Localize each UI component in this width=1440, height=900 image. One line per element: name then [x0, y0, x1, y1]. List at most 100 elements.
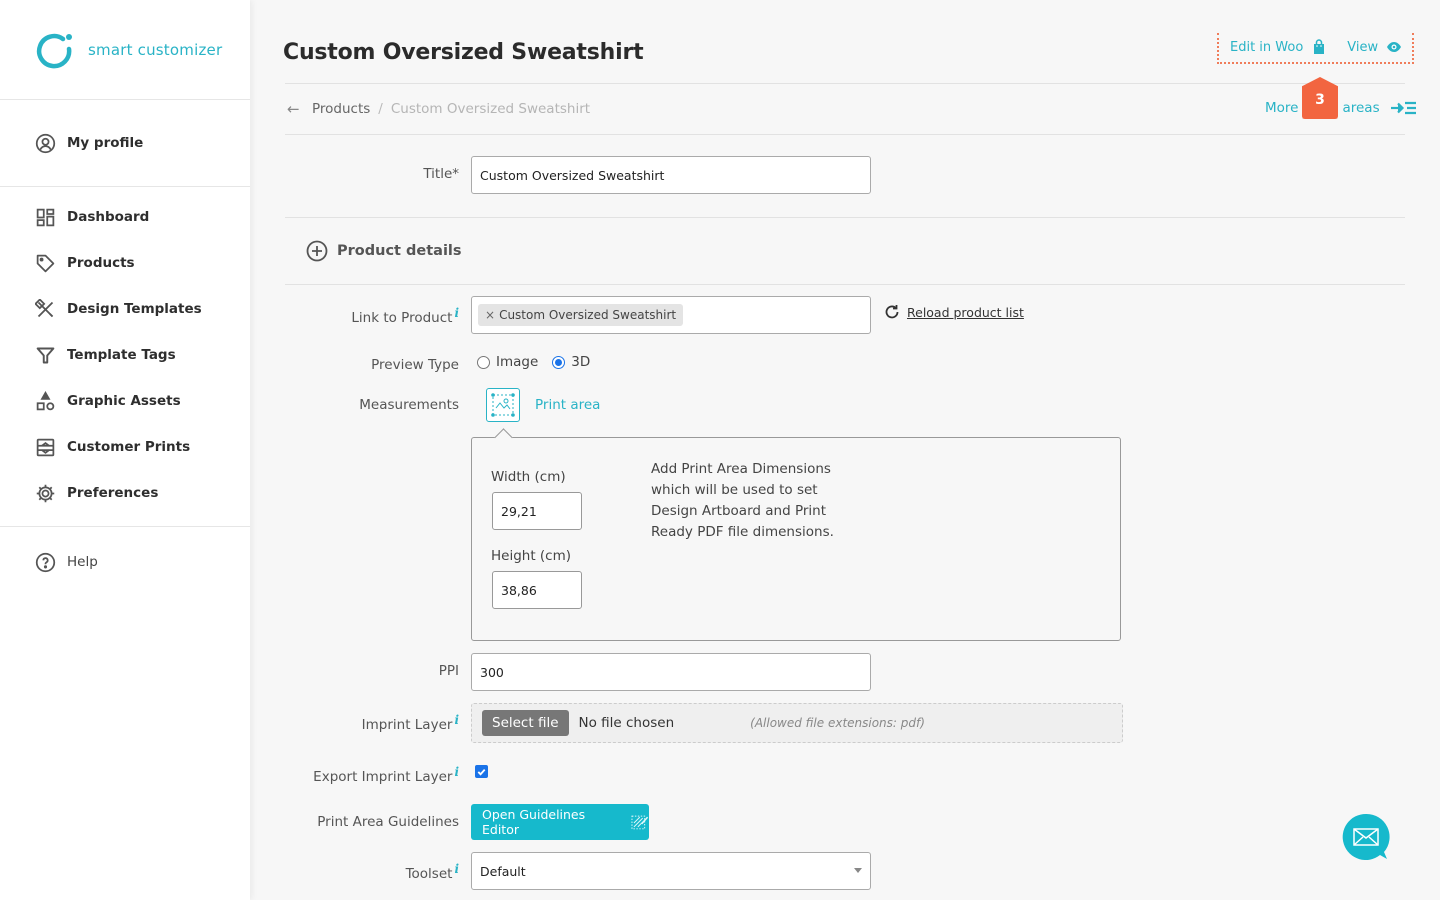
- info-icon[interactable]: i: [454, 862, 459, 876]
- divider: [285, 83, 1405, 84]
- breadcrumb-products-link[interactable]: Products: [312, 101, 370, 117]
- sidebar-item-products[interactable]: Products: [0, 240, 250, 286]
- more-print-areas-link[interactable]: More areas: [1265, 100, 1418, 116]
- preview-type-label: Preview Type: [371, 357, 459, 373]
- info-icon[interactable]: i: [454, 306, 459, 320]
- design-tools-icon: [34, 298, 56, 320]
- breadcrumb-separator: /: [378, 101, 383, 117]
- sidebar-item-template-tags[interactable]: Template Tags: [0, 332, 250, 378]
- dashboard-icon: [34, 206, 56, 228]
- info-icon[interactable]: i: [454, 713, 459, 727]
- label-text: Link to Product: [351, 310, 453, 326]
- back-arrow-icon[interactable]: ←: [287, 100, 303, 118]
- header-actions: Edit in Woo View: [1217, 33, 1414, 64]
- refresh-icon: [885, 305, 899, 319]
- divider: [285, 217, 1405, 218]
- brand-name: smart customizer: [88, 40, 223, 59]
- height-input[interactable]: 38,86: [492, 571, 582, 609]
- divider: [285, 284, 1405, 285]
- section-title-label: Product details: [337, 243, 462, 259]
- file-extensions-hint: (Allowed file extensions: pdf): [750, 716, 925, 730]
- product-details-toggle[interactable]: Product details: [306, 240, 462, 262]
- remove-tag-icon[interactable]: ×: [485, 308, 495, 322]
- divider: [285, 134, 1405, 135]
- gear-icon: [34, 482, 56, 504]
- sidebar-item-label: My profile: [67, 135, 144, 151]
- sidebar-item-customer-prints[interactable]: Customer Prints: [0, 424, 250, 470]
- sidebar-item-my-profile[interactable]: My profile: [0, 120, 143, 166]
- open-guidelines-editor-button[interactable]: Open Guidelines Editor: [471, 804, 649, 840]
- page-title: Custom Oversized Sweatshirt: [283, 40, 644, 65]
- guidelines-edit-icon: [631, 815, 649, 830]
- sidebar-item-help[interactable]: Help: [0, 539, 250, 585]
- sidebar-item-label: Preferences: [67, 485, 159, 501]
- radio-image[interactable]: Image: [477, 354, 538, 370]
- height-label: Height (cm): [491, 548, 572, 564]
- checkmark-icon: [477, 769, 486, 776]
- radio-button-selected[interactable]: [552, 355, 566, 369]
- sidebar-item-graphic-assets[interactable]: Graphic Assets: [0, 378, 250, 424]
- print-area-icon: [491, 393, 515, 417]
- width-input[interactable]: 29,21: [492, 492, 582, 530]
- help-circle-icon: [34, 551, 56, 573]
- reload-product-list-link[interactable]: Reload product list: [883, 303, 1024, 321]
- print-area-button[interactable]: [486, 388, 520, 422]
- sidebar-item-dashboard[interactable]: Dashboard: [0, 194, 250, 240]
- toolset-select[interactable]: Default: [471, 852, 871, 890]
- user-circle-icon: [34, 132, 56, 154]
- toolset-value: Default: [480, 863, 526, 879]
- sidebar-item-label: Help: [67, 554, 98, 570]
- radio-button[interactable]: [477, 355, 490, 369]
- imprint-layer-label: Imprint Layer i: [250, 713, 459, 733]
- print-area-description: Add Print Area Dimensions which will be …: [651, 461, 834, 540]
- tag-icon: [34, 252, 56, 274]
- label-text: Export Imprint Layer: [313, 769, 453, 785]
- expand-panel-icon: [1390, 101, 1416, 115]
- logo[interactable]: smart customizer: [0, 0, 250, 100]
- edit-in-woo-link[interactable]: Edit in Woo: [1230, 39, 1327, 55]
- tag-label: Custom Oversized Sweatshirt: [499, 308, 677, 322]
- eye-icon: [1387, 42, 1402, 52]
- shapes-icon: [34, 390, 56, 412]
- sidebar-item-design-templates[interactable]: Design Templates: [0, 286, 250, 332]
- brand-logo-icon: [36, 33, 72, 68]
- filter-icon: [34, 344, 56, 366]
- more-areas-label-right: areas: [1342, 100, 1380, 116]
- label-text: Toolset: [405, 866, 453, 882]
- title-label: Title*: [423, 166, 459, 182]
- radio-3d[interactable]: 3D: [552, 354, 590, 370]
- view-label: View: [1347, 39, 1379, 55]
- view-link[interactable]: View: [1347, 39, 1402, 55]
- info-icon[interactable]: i: [454, 765, 459, 779]
- ppi-row: PPI 300: [250, 653, 1150, 691]
- ppi-input[interactable]: 300: [471, 653, 871, 691]
- selected-product-tag: × Custom Oversized Sweatshirt: [478, 304, 684, 326]
- sidebar-item-label: Graphic Assets: [67, 393, 181, 409]
- button-label: Open Guidelines Editor: [482, 807, 586, 837]
- title-row: Title* Custom Oversized Sweatshirt: [250, 156, 1150, 194]
- toolset-label: Toolset i: [250, 862, 459, 882]
- sidebar-item-preferences[interactable]: Preferences: [0, 470, 250, 516]
- reload-label: Reload product list: [907, 304, 1024, 320]
- sidebar-item-label: Design Templates: [67, 301, 202, 317]
- link-to-product-label: Link to Product i: [250, 306, 459, 326]
- link-to-product-select[interactable]: × Custom Oversized Sweatshirt: [471, 296, 871, 334]
- export-imprint-layer-label: Export Imprint Layer i: [250, 765, 459, 785]
- shopping-bag-icon: [1314, 39, 1325, 54]
- print-area-link[interactable]: Print area: [535, 397, 600, 413]
- select-file-button[interactable]: Select file: [482, 710, 569, 736]
- edit-in-woo-label: Edit in Woo: [1230, 39, 1304, 55]
- main-content: Custom Oversized Sweatshirt Edit in Woo …: [250, 0, 1440, 900]
- sidebar-item-label: Dashboard: [67, 209, 150, 225]
- breadcrumb: ← Products / Custom Oversized Sweatshirt: [287, 100, 590, 118]
- chat-support-button[interactable]: [1342, 813, 1390, 861]
- breadcrumb-current: Custom Oversized Sweatshirt: [390, 101, 591, 117]
- radio-label: 3D: [571, 354, 591, 370]
- sidebar: smart customizer My profile Dashboard Pr…: [0, 0, 250, 900]
- export-imprint-layer-checkbox[interactable]: [475, 765, 488, 778]
- plus-circle-icon: [306, 240, 328, 262]
- measurements-label: Measurements: [359, 397, 459, 413]
- print-area-panel: Width (cm) 29,21 Height (cm) 38,86 Add P…: [471, 437, 1121, 641]
- prints-icon: [34, 436, 56, 458]
- title-input[interactable]: Custom Oversized Sweatshirt: [471, 156, 871, 194]
